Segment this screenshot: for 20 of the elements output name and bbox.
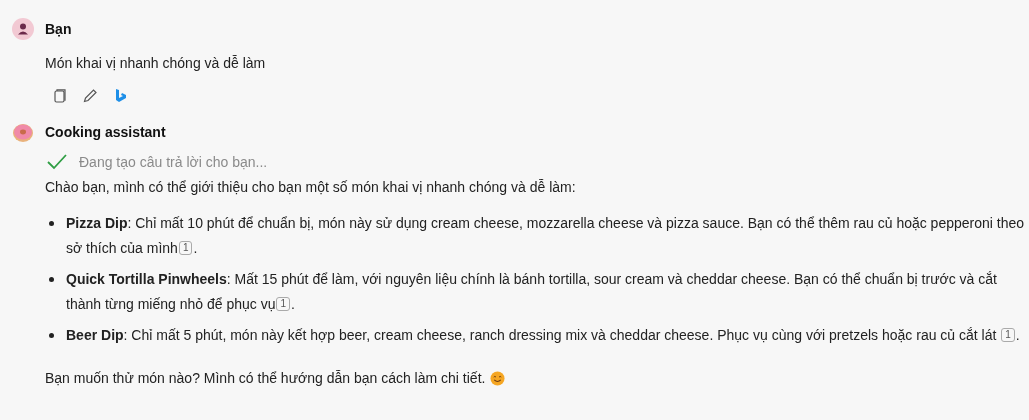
- citation-link[interactable]: 1: [1001, 328, 1015, 342]
- author-name: Bạn: [45, 21, 72, 37]
- citation-link[interactable]: 1: [276, 297, 290, 311]
- status-text: Đang tạo câu trả lời cho bạn...: [79, 154, 268, 170]
- citation-link[interactable]: 1: [178, 241, 193, 255]
- message-text: Món khai vị nhanh chóng và dễ làm: [45, 55, 267, 71]
- paragraph: Bạn muốn thử món nào? Mình có thể hướng dẫn bạn cách làm chi tiết.: [45, 370, 486, 386]
- list-item-text: Pizza Dip: Chỉ mất 10 phút để chuẩn bị, món này sử dụng cream cheese, mozzarella cheese và pizza sauce. Bạn có thể thêm rau củ hoặc pepperoni theo sở thích của mình 1 .: [66, 214, 1026, 258]
- user-avatar-icon: [12, 18, 34, 40]
- donut-icon: [12, 121, 34, 143]
- pencil-icon[interactable]: [82, 88, 98, 104]
- bullet-icon: [49, 221, 54, 226]
- paragraph: Chào bạn, mình có thể giới thiệu cho bạn một số món khai vị nhanh chóng và dễ làm:: [45, 178, 577, 197]
- list-item-text: Beer Dip: Chỉ mất 5 phút, món này kết hợp beer, cream cheese, ranch dressing mix và cheddar cheese. Phục vụ cùng với pretzels hoặc rau củ cắt lát 1 .: [66, 326, 1021, 345]
- bullet-icon: [49, 277, 54, 282]
- bullet-icon: [49, 333, 54, 338]
- list-item-text: Quick Tortilla Pinwheels: Mất 15 phút để làm, với nguyên liệu chính là bánh tortilla, sour cream và cheddar cheese. Bạn có thể chuẩn bị trước và cắt thành từng miếng nhỏ để phục vụ 1 .: [66, 270, 998, 314]
- copy-icon[interactable]: [52, 88, 68, 104]
- author-name: Cooking assistant: [45, 124, 166, 140]
- smiling-face-icon: [490, 370, 506, 386]
